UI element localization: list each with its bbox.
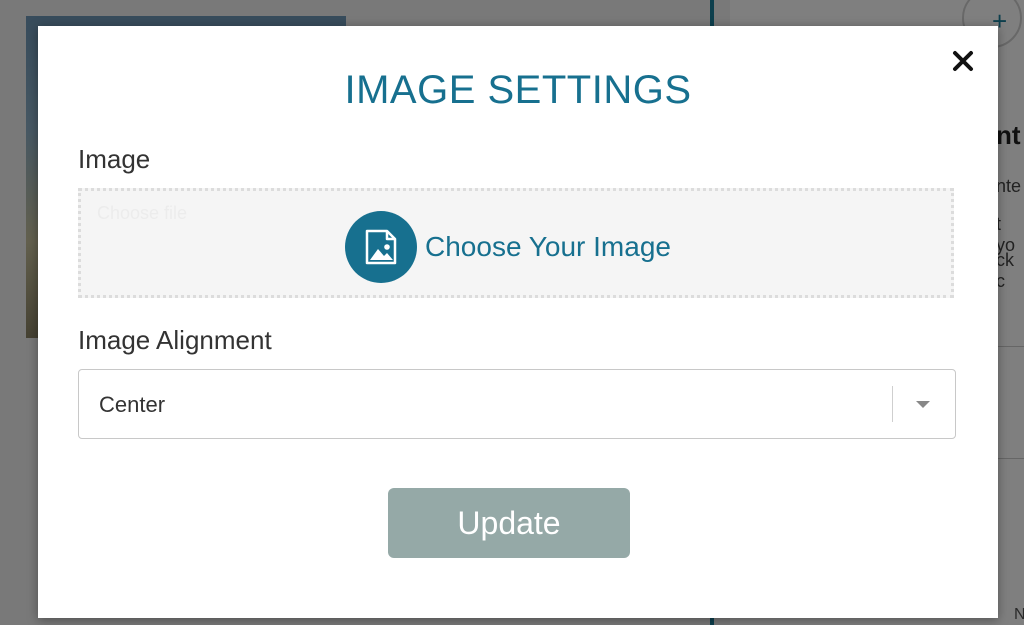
- image-label: Image: [78, 144, 151, 174]
- choose-image-button[interactable]: Choose Your Image: [345, 211, 671, 283]
- choose-image-label: Choose Your Image: [425, 231, 671, 262]
- select-separator: [892, 386, 893, 422]
- image-file-icon: [345, 211, 417, 283]
- image-alignment-value: Center: [99, 392, 166, 417]
- update-button[interactable]: Update: [388, 488, 630, 558]
- image-alignment-label: Image Alignment: [78, 325, 272, 355]
- image-alignment-select[interactable]: Center: [78, 369, 956, 439]
- file-input-placeholder: Choose file: [97, 203, 188, 223]
- modal-title: IMAGE SETTINGS: [344, 68, 692, 112]
- image-upload-dropzone[interactable]: Choose file Choose Your Image: [78, 188, 954, 298]
- caret-down-icon[interactable]: [915, 400, 931, 409]
- image-settings-modal: IMAGE SETTINGS Image Choose file Choose …: [38, 26, 998, 618]
